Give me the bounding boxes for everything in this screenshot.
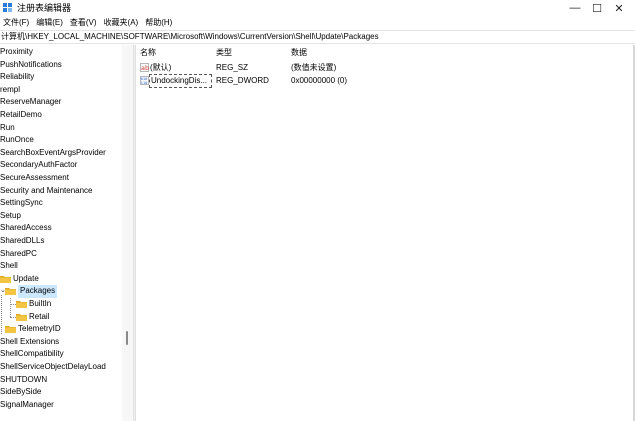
- window-title: 注册表编辑器: [17, 3, 72, 13]
- tree-item-label: SecondaryAuthFactor: [0, 160, 78, 170]
- tree-item-label: Run: [0, 122, 15, 132]
- tree-item-pushnotifications[interactable]: PushNotifications: [0, 59, 122, 72]
- svg-text:ab: ab: [141, 64, 149, 72]
- column-header-type[interactable]: 类型: [216, 47, 232, 59]
- tree-connector-line: [10, 298, 11, 317]
- tree-item-secureassessment[interactable]: SecureAssessment: [0, 172, 122, 185]
- address-bar[interactable]: 计算机\HKEY_LOCAL_MACHINE\SOFTWARE\Microsof…: [0, 30, 635, 44]
- menu-view[interactable]: 查看(V): [67, 16, 101, 30]
- tree-item-sharedpc[interactable]: SharedPC: [0, 248, 122, 261]
- tree-item-sharedaccess[interactable]: SharedAccess: [0, 222, 122, 235]
- tree-item-packages[interactable]: ⌄ Packages: [0, 285, 122, 298]
- folder-icon: [16, 313, 27, 321]
- tree-item-label: SHUTDOWN: [0, 374, 48, 384]
- tree-item-retaildemo[interactable]: RetailDemo: [0, 109, 122, 122]
- tree-item-searchboxeventargsprovider[interactable]: SearchBoxEventArgsProvider: [0, 147, 122, 160]
- tree-item-shutdown[interactable]: SHUTDOWN: [0, 374, 122, 387]
- tree-item-shell[interactable]: Shell: [0, 260, 122, 273]
- tree-connector-line: [10, 316, 16, 318]
- tree-item-secondaryauthfactor[interactable]: SecondaryAuthFactor: [0, 159, 122, 172]
- tree-item-label: rempl: [0, 84, 21, 94]
- tree-item-label: SharedAccess: [0, 223, 52, 233]
- menu-edit[interactable]: 编辑(E): [33, 16, 67, 30]
- tree-scrollbar-thumb[interactable]: [126, 331, 128, 345]
- tree-item-signalmanager[interactable]: SignalManager: [0, 399, 122, 412]
- close-button[interactable]: ✕: [599, 0, 635, 16]
- tree-item-label: Proximity: [0, 47, 33, 56]
- key-tree: Proximity PushNotifications Reliability rem…: [0, 45, 122, 421]
- tree-item-label: Packages: [18, 285, 58, 298]
- tree-item-shellserviceobjectdelayload[interactable]: ShellServiceObjectDelayLoad: [0, 361, 122, 374]
- tree-scrollbar[interactable]: [122, 45, 133, 421]
- column-header-name[interactable]: 名称: [140, 47, 156, 59]
- value-type: REG_SZ: [216, 63, 249, 72]
- menu-help[interactable]: 帮助(H): [142, 16, 176, 30]
- tree-item-proximity[interactable]: Proximity: [0, 46, 122, 59]
- tree-item-update[interactable]: Update: [0, 273, 122, 286]
- tree-item-label: BuiltIn: [29, 299, 52, 308]
- tree-item-label: SecureAssessment: [0, 173, 69, 182]
- tree-item-label: ShellCompatibility: [0, 349, 64, 359]
- tree-item-label: PushNotifications: [0, 59, 62, 69]
- tree-connector-line: [1, 295, 2, 335]
- tree-item-label: Setup: [0, 210, 21, 220]
- tree-item-label: SideBySide: [0, 387, 42, 397]
- tree-connector-line: [10, 304, 16, 305]
- tree-item-label: ReserveManager: [0, 97, 62, 107]
- menu-bar: 文件(F) 编辑(E) 查看(V) 收藏夹(A) 帮助(H): [0, 16, 635, 30]
- tree-item-label: SharedPC: [0, 248, 37, 258]
- tree-item-setup[interactable]: Setup: [0, 210, 122, 223]
- value-list: 名称 类型 数据 ab (默认) REG_SZ (数值未设置) 010 110 …: [136, 45, 635, 421]
- value-data: 0x00000000 (0): [291, 76, 348, 85]
- menu-favorites[interactable]: 收藏夹(A): [101, 16, 143, 30]
- tree-item-sidebyside[interactable]: SideBySide: [0, 386, 122, 399]
- tree-item-label: SignalManager: [0, 399, 54, 409]
- tree-item-shellcompatibility[interactable]: ShellCompatibility: [0, 348, 122, 361]
- value-type: REG_DWORD: [216, 76, 269, 85]
- tree-item-label: RunOnce: [0, 135, 34, 145]
- tree-item-label: SettingSync: [0, 198, 43, 208]
- folder-icon: [16, 301, 27, 308]
- tree-item-runonce[interactable]: RunOnce: [0, 134, 122, 147]
- svg-text:110: 110: [141, 80, 149, 85]
- value-row[interactable]: ab (默认) REG_SZ (数值未设置): [136, 62, 635, 74]
- tree-item-retail[interactable]: Retail: [0, 311, 122, 324]
- folder-icon: [5, 326, 16, 334]
- folder-icon: [0, 275, 11, 283]
- column-header-data[interactable]: 数据: [291, 47, 307, 59]
- folder-icon: [5, 288, 16, 296]
- tree-item-label: Shell Extensions: [0, 336, 60, 346]
- tree-item-label: Retail: [29, 311, 50, 321]
- rename-input[interactable]: UndockingDis...: [149, 74, 212, 88]
- tree-item-label: Shell: [0, 261, 18, 271]
- tree-item-label: TelemetryID: [18, 324, 61, 334]
- value-row[interactable]: 010 110 UndockingDis... REG_DWORD 0x0000…: [136, 74, 635, 88]
- value-data: (数值未设置): [291, 63, 337, 72]
- tree-item-label: SharedDLLs: [0, 236, 45, 245]
- tree-item-label: Reliability: [0, 72, 35, 82]
- tree-item-label: Security and Maintenance: [0, 185, 93, 195]
- string-value-icon: ab: [140, 63, 149, 72]
- tree-item-telemetryid[interactable]: TelemetryID: [0, 323, 122, 336]
- tree-item-label: RetailDemo: [0, 110, 42, 119]
- value-name: (默认): [150, 63, 172, 72]
- tree-item-settingsync[interactable]: SettingSync: [0, 197, 122, 210]
- tree-item-rempl[interactable]: rempl: [0, 84, 122, 97]
- tree-item-label: Update: [13, 273, 39, 283]
- tree-item-security-and-maintenance[interactable]: Security and Maintenance: [0, 185, 122, 198]
- title-bar: 注册表编辑器 — ☐ ✕: [0, 0, 635, 16]
- registry-editor-icon: [3, 3, 12, 12]
- menu-file[interactable]: 文件(F): [0, 16, 33, 30]
- tree-item-label: SearchBoxEventArgsProvider: [0, 147, 106, 157]
- tree-item-shell-extensions[interactable]: Shell Extensions: [0, 336, 122, 349]
- tree-item-label: ShellServiceObjectDelayLoad: [0, 362, 106, 371]
- tree-item-run[interactable]: Run: [0, 122, 122, 135]
- tree-item-reservemanager[interactable]: ReserveManager: [0, 96, 122, 109]
- tree-item-reliability[interactable]: Reliability: [0, 71, 122, 84]
- tree-item-shareddlls[interactable]: SharedDLLs: [0, 235, 122, 248]
- binary-value-icon: 010 110: [140, 76, 149, 85]
- tree-item-builtin[interactable]: BuiltIn: [0, 298, 122, 311]
